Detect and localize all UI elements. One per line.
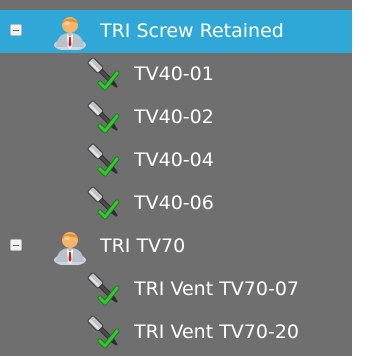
group-label: TRI TV70: [100, 235, 186, 257]
collapse-icon[interactable]: [10, 239, 22, 251]
item-label: TV40-02: [134, 106, 214, 128]
tree-item-tri-vent-tv70-20[interactable]: TRI Vent TV70-20: [0, 311, 352, 354]
tree-view: TRI Screw Retained TV40-01 TV40-02 TV40-…: [0, 0, 352, 356]
tree-item-tv40-02[interactable]: TV40-02: [0, 96, 352, 139]
tree-item-tv40-04[interactable]: TV40-04: [0, 139, 352, 182]
screwdriver-check-icon: [86, 185, 124, 223]
tree-item-tri-vent-tv70-07[interactable]: TRI Vent TV70-07: [0, 268, 352, 311]
tree-group-tri-screw-retained[interactable]: TRI Screw Retained: [0, 10, 352, 53]
item-label: TV40-06: [134, 192, 214, 214]
user-icon: [52, 14, 88, 50]
collapse-icon[interactable]: [10, 24, 22, 36]
tree-item-tv40-01[interactable]: TV40-01: [0, 53, 352, 96]
user-icon: [52, 229, 88, 265]
screwdriver-check-icon: [86, 314, 124, 352]
screwdriver-check-icon: [86, 142, 124, 180]
item-label: TV40-04: [134, 149, 214, 171]
item-label: TV40-01: [134, 63, 214, 85]
tree-group-tri-tv70[interactable]: TRI TV70: [0, 225, 352, 268]
tree-item-tv40-06[interactable]: TV40-06: [0, 182, 352, 225]
screwdriver-check-icon: [86, 271, 124, 309]
group-label: TRI Screw Retained: [100, 20, 284, 42]
item-label: TRI Vent TV70-20: [134, 321, 300, 343]
screwdriver-check-icon: [86, 56, 124, 94]
screwdriver-check-icon: [86, 99, 124, 137]
item-label: TRI Vent TV70-07: [134, 278, 300, 300]
